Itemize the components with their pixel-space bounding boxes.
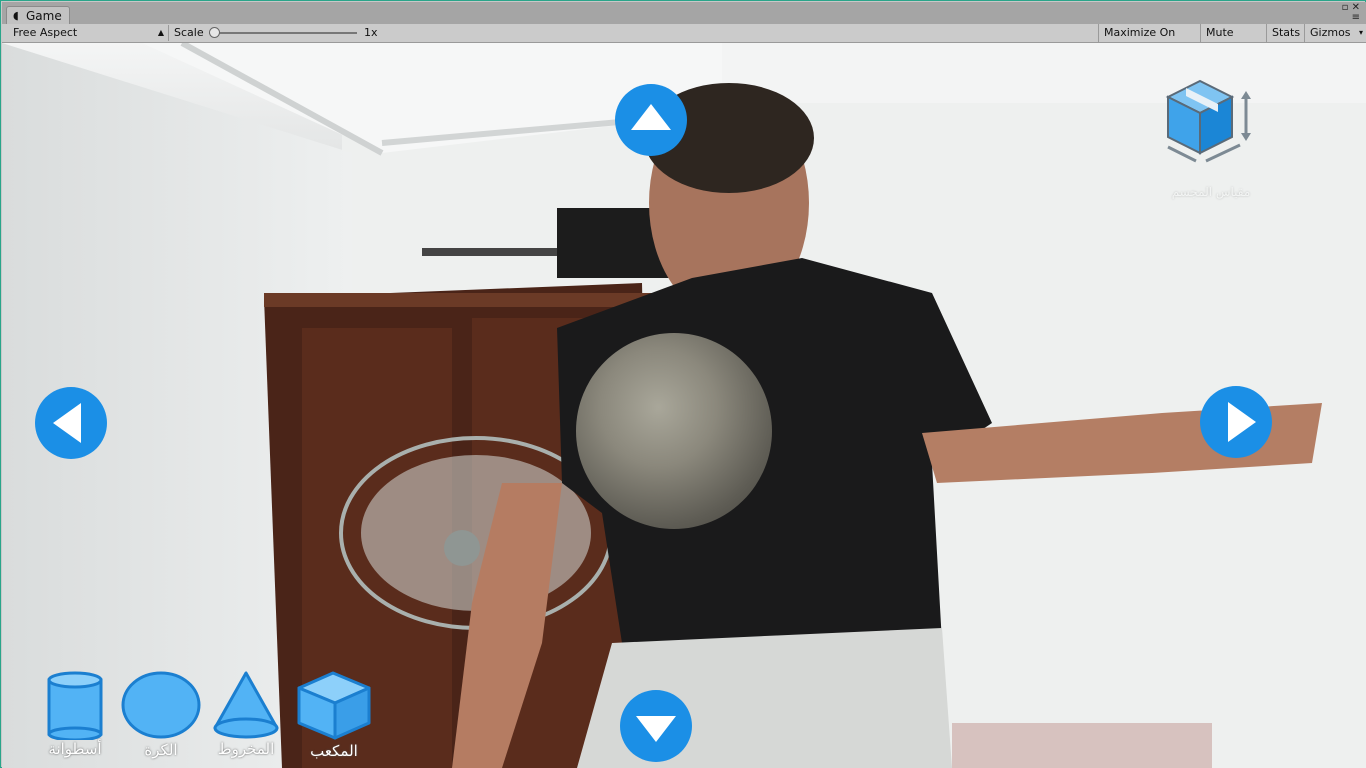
- arrow-right-icon: [1228, 402, 1256, 442]
- aspect-dropdown[interactable]: Free Aspect ▲: [8, 25, 169, 41]
- game-toolbar: Free Aspect ▲ Scale 1x Maximize On Play …: [2, 24, 1366, 57]
- sphere-label: الكرة: [144, 741, 178, 759]
- scale-slider-handle[interactable]: [208, 27, 220, 38]
- move-right-button[interactable]: [1200, 386, 1272, 458]
- arrow-up-icon: [631, 104, 671, 130]
- scale-object-label: مقياس المجسم: [1171, 185, 1251, 199]
- gizmos-dropdown[interactable]: Gizmos ▾: [1304, 24, 1366, 42]
- aspect-value: Free Aspect: [13, 26, 78, 39]
- maximize-on-play-toggle[interactable]: Maximize On Play: [1098, 24, 1200, 57]
- game-icon: ◖: [13, 9, 19, 22]
- sphere-icon: [121, 671, 201, 739]
- chevron-down-icon: ▾: [1358, 28, 1363, 37]
- dropdown-arrows-icon: ▲: [157, 28, 164, 37]
- cylinder-label: أسطوانة: [48, 740, 102, 758]
- cone-icon: [213, 671, 279, 739]
- stats-label: Stats: [1272, 26, 1301, 39]
- tab-game[interactable]: ◖ Game: [6, 6, 70, 25]
- move-left-button[interactable]: [35, 387, 107, 459]
- cube-icon: [297, 671, 371, 740]
- box-resize-icon: [1165, 79, 1251, 163]
- scale-object-button[interactable]: مقياس المجسم: [1160, 75, 1260, 199]
- unity-game-window: ◖ Game ▫ ✕ ≡ Free Aspect ▲ Scale 1x Maxi…: [0, 0, 1366, 768]
- game-viewport[interactable]: مقياس المجسم أسطوانة الكرة المخروط المكع…: [2, 43, 1366, 768]
- cylinder-icon: [47, 671, 103, 742]
- arrow-left-icon: [53, 403, 81, 443]
- window-controls: ▫ ✕ ≡: [1342, 3, 1360, 23]
- sphere-button[interactable]: الكرة: [120, 671, 202, 759]
- cone-label: المخروط: [217, 740, 275, 758]
- sphere-object[interactable]: [576, 333, 772, 529]
- stats-toggle[interactable]: Stats: [1266, 24, 1304, 42]
- move-up-button[interactable]: [615, 84, 687, 156]
- scale-value: 1x: [364, 26, 378, 39]
- gizmos-label: Gizmos: [1310, 26, 1351, 39]
- move-down-button[interactable]: [620, 690, 692, 762]
- scale-slider-track[interactable]: [209, 32, 357, 34]
- scale-label: Scale: [174, 26, 204, 39]
- mute-audio-toggle[interactable]: Mute Audio: [1200, 24, 1266, 57]
- cube-label: المكعب: [310, 742, 358, 760]
- tab-bar: ◖ Game ▫ ✕ ≡: [2, 2, 1366, 25]
- tab-menu-icon[interactable]: ≡: [1352, 12, 1360, 23]
- cube-button[interactable]: المكعب: [295, 670, 373, 760]
- cylinder-button[interactable]: أسطوانة: [46, 670, 104, 758]
- cone-button[interactable]: المخروط: [212, 670, 280, 758]
- maximize-window-icon[interactable]: ▫: [1342, 2, 1349, 13]
- arrow-down-icon: [636, 716, 676, 742]
- tab-game-label: Game: [26, 9, 62, 23]
